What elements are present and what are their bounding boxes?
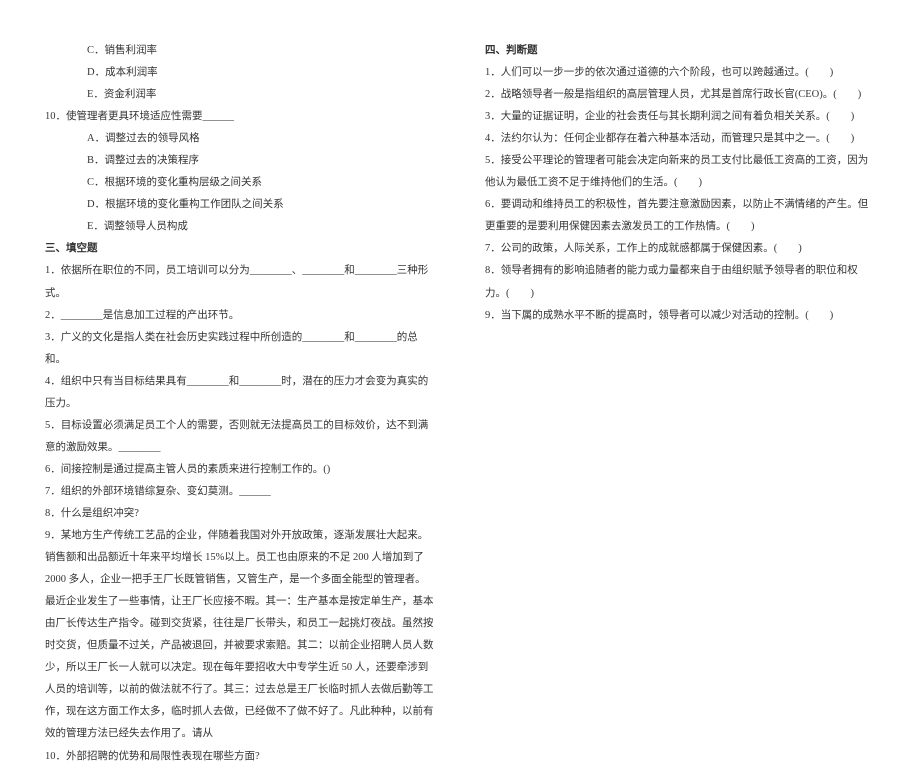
q10-option-a: A．调整过去的领导风格 — [45, 128, 435, 150]
q10-option-b: B．调整过去的决策程序 — [45, 150, 435, 172]
fill-3: 3．广义的文化是指人类在社会历史实践过程中所创造的________和______… — [45, 327, 435, 371]
judge-8: 8．领导者拥有的影响追随者的能力或力量都来自于由组织赋予领导者的职位和权力。( … — [485, 260, 875, 304]
q10-option-e: E．调整领导人员构成 — [45, 216, 435, 238]
exam-page: C．销售利润率 D．成本利润率 E．资金利润率 10．使管理者更具环境适应性需要… — [0, 0, 920, 651]
option-c: C．销售利润率 — [45, 40, 435, 62]
section-4-title: 四、判断题 — [485, 40, 875, 62]
right-column: 四、判断题 1．人们可以一步一步的依次通过道德的六个阶段，也可以跨越通过。( )… — [460, 40, 900, 631]
fill-6: 6．间接控制是通过提高主管人员的素质来进行控制工作的。() — [45, 459, 435, 481]
judge-1: 1．人们可以一步一步的依次通过道德的六个阶段，也可以跨越通过。( ) — [485, 62, 875, 84]
question-10: 10．使管理者更具环境适应性需要______ — [45, 106, 435, 128]
judge-3: 3．大量的证据证明，企业的社会责任与其长期利润之间有着负相关关系。( ) — [485, 106, 875, 128]
fill-8: 8．什么是组织冲突? — [45, 503, 435, 525]
option-e: E．资金利润率 — [45, 84, 435, 106]
judge-7: 7．公司的政策，人际关系，工作上的成就感都属于保健因素。( ) — [485, 238, 875, 260]
fill-4: 4．组织中只有当目标结果具有________和________时，潜在的压力才会… — [45, 371, 435, 415]
fill-10: 10．外部招聘的优势和局限性表现在哪些方面? — [45, 746, 435, 768]
option-d: D．成本利润率 — [45, 62, 435, 84]
fill-1: 1．依据所在职位的不同，员工培训可以分为________、________和__… — [45, 260, 435, 304]
left-column: C．销售利润率 D．成本利润率 E．资金利润率 10．使管理者更具环境适应性需要… — [20, 40, 460, 631]
judge-6: 6．要调动和维持员工的积极性，首先要注意激励因素，以防止不满情绪的产生。但更重要… — [485, 194, 875, 238]
q10-option-d: D．根据环境的变化重构工作团队之间关系 — [45, 194, 435, 216]
fill-9: 9．某地方生产传统工艺品的企业，伴随着我国对外开放政策，逐渐发展壮大起来。销售额… — [45, 525, 435, 745]
judge-5: 5．接受公平理论的管理者可能会决定向新来的员工支付比最低工资高的工资，因为他认为… — [485, 150, 875, 194]
judge-2: 2．战略领导者一般是指组织的高层管理人员，尤其是首席行政长官(CEO)。( ) — [485, 84, 875, 106]
fill-5: 5．目标设置必须满足员工个人的需要，否则就无法提高员工的目标效价，达不到满意的激… — [45, 415, 435, 459]
judge-9: 9．当下属的成熟水平不断的提高时，领导者可以减少对活动的控制。( ) — [485, 305, 875, 327]
fill-7: 7．组织的外部环境错综复杂、变幻莫测。______ — [45, 481, 435, 503]
judge-4: 4．法约尔认为：任何企业都存在着六种基本活动，而管理只是其中之一。( ) — [485, 128, 875, 150]
section-3-title: 三、填空题 — [45, 238, 435, 260]
fill-2: 2．________是信息加工过程的产出环节。 — [45, 305, 435, 327]
q10-option-c: C．根据环境的变化重构层级之间关系 — [45, 172, 435, 194]
